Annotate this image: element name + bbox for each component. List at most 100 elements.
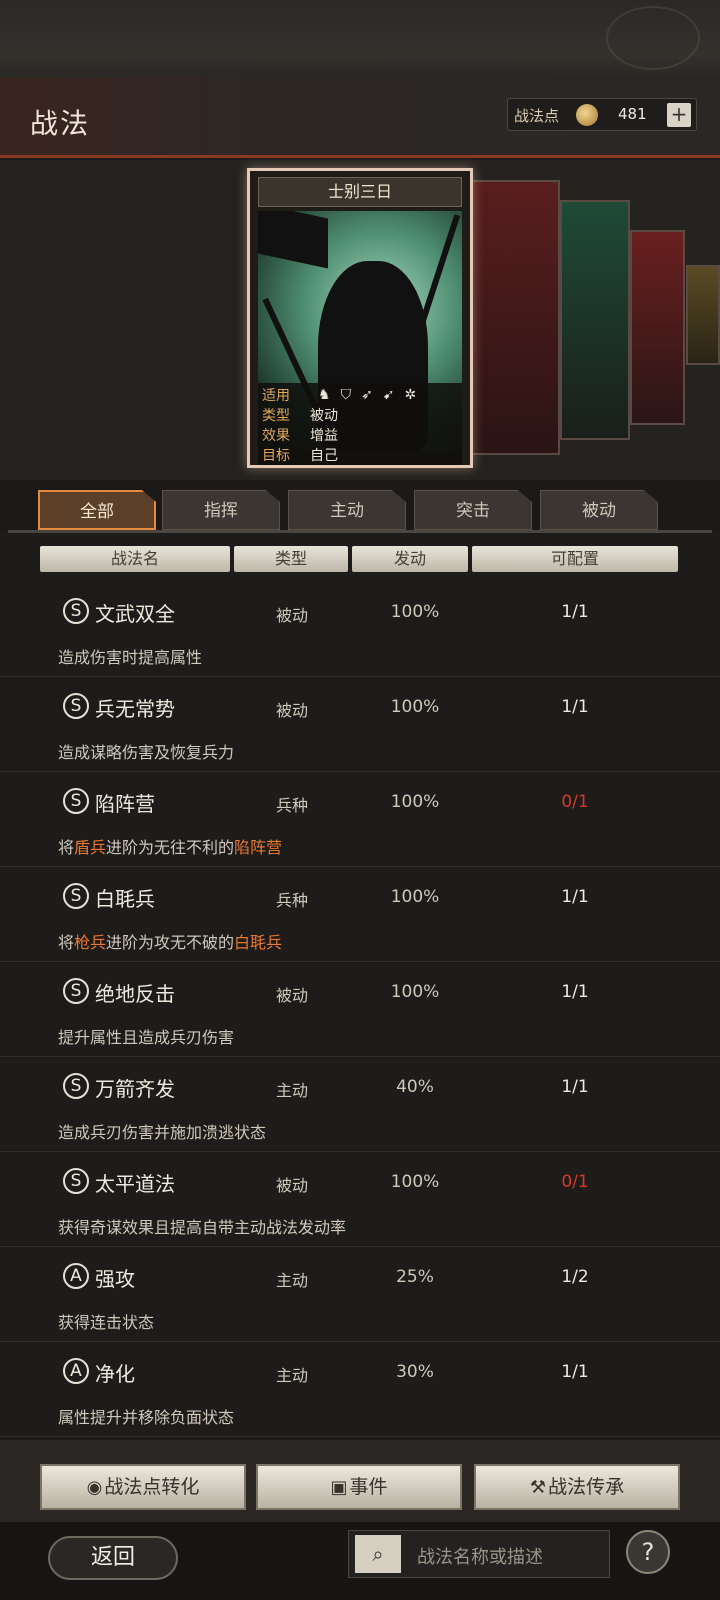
tab-assault[interactable]: 突击 <box>414 490 532 530</box>
tactic-type: 主动 <box>275 1271 308 1290</box>
tactic-type: 主动 <box>275 1366 308 1385</box>
tactic-card-thumbnail[interactable] <box>686 265 720 365</box>
description-text: 造成谋略伤害及恢复兵力 <box>58 743 235 762</box>
convert-points-label: 战法点转化 <box>104 1476 200 1498</box>
tactic-card-thumbnail[interactable] <box>560 200 630 440</box>
event-label: 事件 <box>349 1476 388 1498</box>
tactic-config: 1/1 <box>561 1077 589 1097</box>
tactic-rate: 100% <box>390 602 440 622</box>
stat-row-applicable: 适用 ♞⛉➶➹✲ <box>262 385 416 405</box>
tactic-row[interactable]: S 太平道法 被动 100% 0/1 获得奇谋效果且提高自带主动战法发动率 <box>0 1152 720 1247</box>
tab-command[interactable]: 指挥 <box>162 490 280 530</box>
tactic-type: 被动 <box>275 701 308 720</box>
inherit-label: 战法传承 <box>548 1476 625 1498</box>
category-tabs: 全部 指挥 主动 突击 被动 <box>0 480 720 532</box>
tactic-row[interactable]: S 陷阵营 兵种 100% 0/1 将盾兵进阶为无往不利的陷阵营 <box>0 772 720 867</box>
tactic-card-thumbnail[interactable] <box>630 230 685 425</box>
tactic-row[interactable]: A 净化 主动 30% 1/1 属性提升并移除负面状态 <box>0 1342 720 1437</box>
inherit-tactic-button[interactable]: ⚒ 战法传承 <box>474 1464 680 1510</box>
highlight-text: 白毦兵 <box>234 933 283 952</box>
tactic-card-thumbnail[interactable] <box>470 180 560 455</box>
tactic-rate: 40% <box>396 1077 434 1097</box>
column-header-name[interactable]: 战法名 <box>40 546 230 572</box>
stat-row-target: 目标 自己 <box>262 445 338 465</box>
grade-badge: S <box>63 693 89 719</box>
tactic-description: 将枪兵进阶为攻无不破的白毦兵 <box>58 929 282 953</box>
spear-icon: ➹ <box>382 387 405 403</box>
shield-icon: ⛉ <box>340 387 362 403</box>
page-title: 战法 <box>30 107 91 140</box>
tactic-name: 兵无常势 <box>95 697 175 721</box>
tactic-config: 0/1 <box>561 1172 589 1192</box>
tactic-name: 绝地反击 <box>95 982 175 1006</box>
tactic-rate: 100% <box>390 982 440 1002</box>
description-text: 获得连击状态 <box>58 1313 155 1332</box>
event-button[interactable]: ▣ 事件 <box>256 1464 462 1510</box>
description-text: 进阶为攻无不破的 <box>106 933 235 952</box>
highlight-text: 盾兵 <box>74 838 107 857</box>
stat-key: 效果 <box>262 428 290 444</box>
stat-row-effect: 效果 增益 <box>262 425 338 445</box>
tactic-points-label: 战法点 <box>514 107 560 125</box>
tactic-rate: 100% <box>390 887 440 907</box>
tactic-type: 兵种 <box>275 796 308 815</box>
tab-divider <box>8 530 712 533</box>
tactic-list[interactable]: S 文武双全 被动 100% 1/1 造成伤害时提高属性 S 兵无常势 被动 100% 1/1 造成谋… <box>0 582 720 1440</box>
hammer-icon: ⚒ <box>529 1477 547 1498</box>
description-text: 获得奇谋效果且提高自带主动战法发动率 <box>58 1218 347 1237</box>
bow-icon: ➶ <box>361 387 383 403</box>
back-button[interactable]: 返回 <box>48 1536 178 1580</box>
tab-passive[interactable]: 被动 <box>540 490 658 530</box>
tactic-rate: 100% <box>390 697 440 717</box>
tactic-description: 造成谋略伤害及恢复兵力 <box>58 739 234 763</box>
card-title: 士别三日 <box>258 177 462 207</box>
highlight-text: 枪兵 <box>74 933 107 952</box>
banner-silhouette <box>258 211 328 269</box>
tactic-card-carousel[interactable]: 士别三日 适用 ♞⛉➶➹✲ 类型 被动 效果 增益 目标 自己 <box>0 160 720 480</box>
tactic-row[interactable]: S 白毦兵 兵种 100% 1/1 将枪兵进阶为攻无不破的白毦兵 <box>0 867 720 962</box>
tab-active[interactable]: 主动 <box>288 490 406 530</box>
search-box[interactable]: ⌕ 战法名称或描述 <box>348 1530 610 1578</box>
tactic-rate: 100% <box>390 792 440 812</box>
tactic-name: 万箭齐发 <box>95 1077 175 1101</box>
column-header-rate[interactable]: 发动 <box>352 546 468 572</box>
wheel-icon: ✲ <box>404 387 427 403</box>
tab-all[interactable]: 全部 <box>38 490 156 530</box>
tactic-config: 1/1 <box>561 602 589 622</box>
stat-key: 类型 <box>262 408 290 424</box>
tactic-description: 造成伤害时提高属性 <box>58 644 202 668</box>
tactic-config: 1/1 <box>561 887 589 907</box>
grade-badge: S <box>63 788 89 814</box>
tactic-rate: 100% <box>390 1172 440 1192</box>
tactic-point-coin-icon <box>576 104 598 126</box>
add-points-button[interactable]: + <box>667 103 691 127</box>
card-stats: 适用 ♞⛉➶➹✲ 类型 被动 效果 增益 目标 自己 <box>258 383 462 465</box>
grade-badge: S <box>63 978 89 1004</box>
tactic-points-panel: 战法点 481 + <box>507 98 697 131</box>
tactic-config: 1/1 <box>561 1362 589 1382</box>
tactic-row[interactable]: S 兵无常势 被动 100% 1/1 造成谋略伤害及恢复兵力 <box>0 677 720 772</box>
tactic-name: 陷阵营 <box>95 792 155 816</box>
search-icon[interactable]: ⌕ <box>355 1535 401 1573</box>
tactic-row[interactable]: S 万箭齐发 主动 40% 1/1 造成兵刃伤害并施加溃逃状态 <box>0 1057 720 1152</box>
description-text: 进阶为无往不利的 <box>106 838 235 857</box>
tactic-config: 1/1 <box>561 982 589 1002</box>
grade-badge: A <box>63 1263 89 1289</box>
tactic-description: 属性提升并移除负面状态 <box>58 1404 234 1428</box>
column-header-config[interactable]: 可配置 <box>472 546 678 572</box>
column-header-type[interactable]: 类型 <box>234 546 348 572</box>
tactic-row[interactable]: S 绝地反击 被动 100% 1/1 提升属性且造成兵刃伤害 <box>0 962 720 1057</box>
stat-value: 被动 <box>310 408 338 424</box>
help-button[interactable]: ? <box>626 1530 670 1574</box>
stat-value: 自己 <box>310 448 338 464</box>
tactic-row[interactable]: S 文武双全 被动 100% 1/1 造成伤害时提高属性 <box>0 582 720 677</box>
tactic-name: 强攻 <box>95 1267 135 1291</box>
tactic-config: 1/2 <box>561 1267 589 1287</box>
tactic-row[interactable]: A 强攻 主动 25% 1/2 获得连击状态 <box>0 1247 720 1342</box>
footer-bar: 返回 ⌕ 战法名称或描述 ? <box>0 1522 720 1600</box>
alert-icon: ▣ <box>330 1477 348 1498</box>
tactic-type: 被动 <box>275 1176 308 1195</box>
selected-tactic-card[interactable]: 士别三日 适用 ♞⛉➶➹✲ 类型 被动 效果 增益 目标 自己 <box>247 168 473 468</box>
tactic-config: 0/1 <box>561 792 589 812</box>
convert-points-button[interactable]: ◉ 战法点转化 <box>40 1464 246 1510</box>
